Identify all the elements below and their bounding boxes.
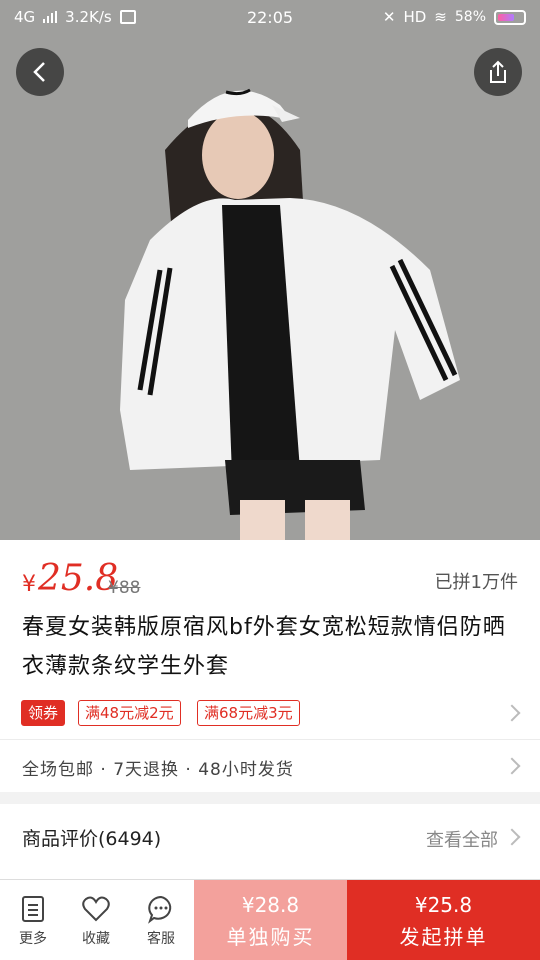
battery-percent: 58%	[454, 9, 486, 25]
favorite-label: 收藏	[82, 931, 110, 947]
screenshot-icon	[119, 10, 136, 24]
service-guarantees: 全场包邮 · 7天退换 · 48小时发货	[22, 760, 294, 780]
group-price: 25.8	[38, 558, 119, 599]
favorite-button[interactable]: 收藏	[65, 880, 127, 960]
product-title: 春夏女装韩版原宿风bf外套女宽松短款情侣防晒衣薄款条纹学生外套	[22, 615, 506, 679]
start-group-buy-button[interactable]: ¥25.8 发起拼单	[347, 880, 540, 960]
more-button[interactable]: 更多	[2, 880, 64, 960]
back-button[interactable]	[16, 48, 64, 96]
coupon-label: 领券	[21, 700, 66, 726]
more-icon	[22, 896, 44, 922]
group-buy-label: 发起拼单	[399, 925, 488, 949]
original-price: ¥88	[108, 578, 141, 598]
coupon-tag[interactable]: 满68元减3元	[197, 700, 300, 726]
view-all-link[interactable]: 查看全部	[426, 826, 498, 852]
more-label: 更多	[19, 931, 47, 947]
price-section: ¥ 25.8 ¥88 已拼1万件	[0, 540, 540, 610]
wifi-icon: ≋	[434, 8, 447, 26]
share-button[interactable]	[474, 48, 522, 96]
service-icon	[148, 895, 172, 924]
network-type: 4G	[14, 8, 36, 26]
hd-label: HD	[403, 8, 427, 26]
favorite-icon	[82, 896, 110, 922]
coupon-row[interactable]: 领券 满48元减2元 满68元减3元	[0, 692, 540, 738]
service-label: 客服	[147, 931, 175, 947]
reviews-row[interactable]: 商品评价(6494) 查看全部	[0, 804, 540, 868]
sold-count: 已拼1万件	[434, 572, 518, 593]
group-buy-price: ¥25.8	[414, 893, 473, 917]
chevron-right-icon	[503, 757, 521, 775]
bottom-action-bar: 更多 收藏 客服 ¥28.8 单独购买 ¥25.8 发起拼单	[0, 879, 540, 960]
clock: 22:05	[246, 7, 294, 27]
mute-icon: ✕	[382, 8, 396, 26]
share-icon	[490, 60, 506, 83]
single-price: ¥28.8	[241, 893, 300, 917]
signal-icon	[43, 11, 58, 23]
product-image[interactable]	[0, 0, 540, 540]
back-icon	[33, 62, 45, 82]
status-bar: 4G 3.2K/s 22:05 ✕ HD ≋ 58%	[0, 0, 540, 34]
buy-alone-button[interactable]: ¥28.8 单独购买	[194, 880, 347, 960]
currency-symbol: ¥	[22, 572, 36, 597]
single-label: 单独购买	[226, 925, 315, 949]
product-photo-illustration	[0, 0, 540, 540]
chevron-right-icon	[503, 828, 521, 846]
section-gap	[0, 792, 540, 804]
network-speed: 3.2K/s	[65, 8, 112, 26]
battery-icon	[494, 9, 526, 25]
chevron-right-icon	[503, 704, 521, 722]
reviews-title: 商品评价(6494)	[22, 828, 162, 850]
coupon-tag[interactable]: 满48元减2元	[78, 700, 181, 726]
service-row[interactable]: 全场包邮 · 7天退换 · 48小时发货	[0, 740, 540, 792]
customer-service-button[interactable]: 客服	[130, 880, 192, 960]
